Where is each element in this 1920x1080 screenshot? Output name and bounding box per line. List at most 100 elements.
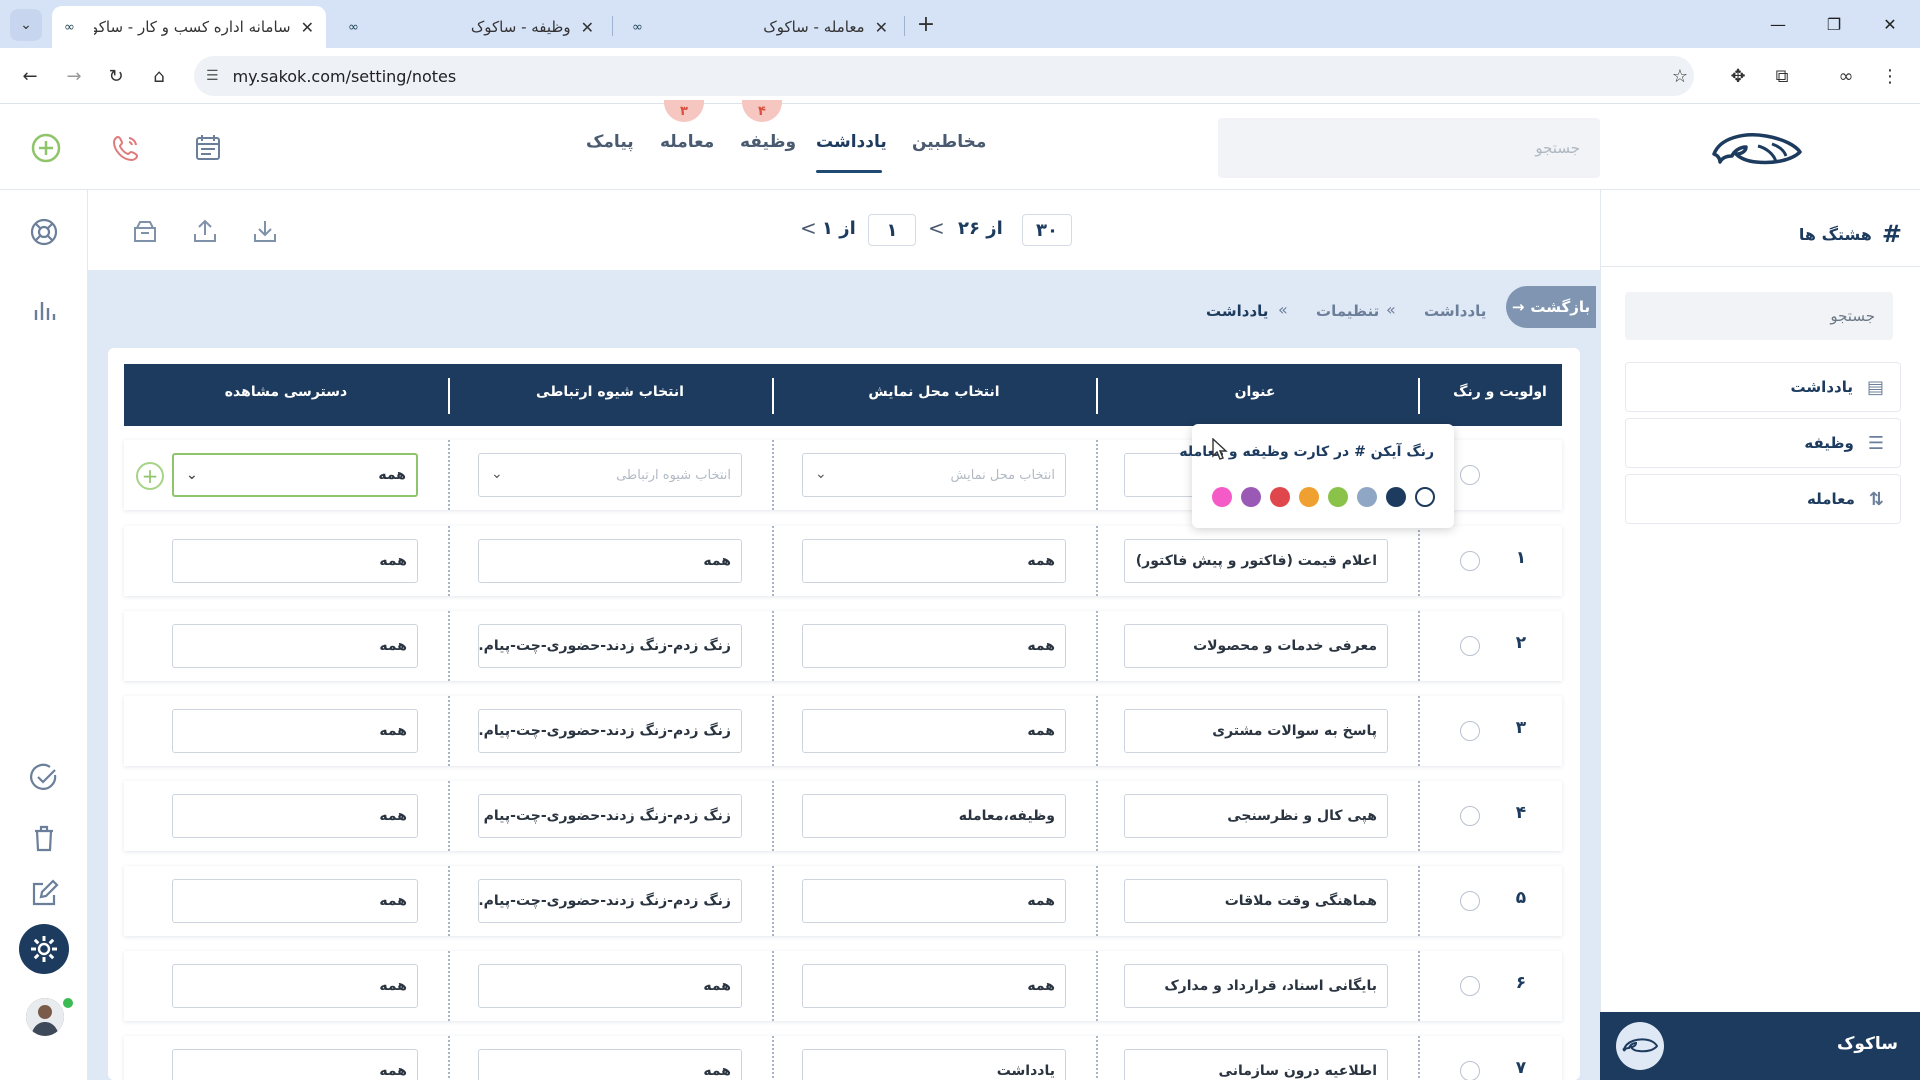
check-circle-icon[interactable] (22, 756, 66, 800)
lifebuoy-support-icon[interactable] (22, 210, 66, 254)
communication-method-select[interactable]: همه (478, 1049, 742, 1080)
bookmark-star-icon[interactable]: ☆ (1666, 62, 1694, 90)
forward-arrow-icon[interactable]: → (60, 62, 88, 90)
display-location-select[interactable]: همه (802, 624, 1066, 668)
browser-tab-task[interactable]: ∞ وظیفه - ساکوک ✕ (336, 6, 606, 48)
url-field[interactable]: ☰ my.sakok.com/setting/notes (194, 56, 1694, 96)
priority-color-radio[interactable] (1460, 551, 1480, 571)
nav-tab-sms[interactable]: پیامک (586, 132, 634, 152)
browser-tab-active[interactable]: ∞ سامانه اداره کسب و کار - ساکوک ✕ (52, 6, 326, 48)
site-settings-icon[interactable]: ☰ (206, 68, 219, 84)
close-tab-icon[interactable]: ✕ (301, 18, 314, 37)
user-avatar[interactable] (26, 998, 64, 1036)
title-input[interactable]: بایگانی اسناد، قرارداد و مدارک (1124, 964, 1388, 1008)
bar-chart-icon[interactable] (22, 288, 66, 332)
browser-tab-deal[interactable]: ∞ معامله - ساکوک ✕ (620, 6, 900, 48)
access-select[interactable]: همه (172, 879, 418, 923)
access-select[interactable]: همه (172, 794, 418, 838)
color-swatch[interactable] (1328, 487, 1348, 507)
priority-color-radio[interactable] (1460, 721, 1480, 741)
color-swatch[interactable] (1386, 487, 1406, 507)
archive-box-icon[interactable] (128, 214, 162, 248)
communication-method-select[interactable]: همه (478, 539, 742, 583)
breadcrumb-item[interactable]: تنظیمات (1316, 302, 1379, 320)
nav-tab-notes[interactable]: یادداشت (816, 132, 887, 152)
display-location-select[interactable]: وظیفه،معامله (802, 794, 1066, 838)
access-select[interactable]: همه (172, 1049, 418, 1080)
new-tab-button[interactable]: + (912, 10, 940, 38)
close-window-icon[interactable]: ✕ (1870, 10, 1910, 38)
add-row-button[interactable]: + (136, 462, 164, 490)
color-swatch[interactable] (1212, 487, 1232, 507)
sidebar-item-notes[interactable]: ▤ یادداشت (1625, 362, 1901, 412)
priority-color-radio[interactable] (1460, 891, 1480, 911)
phone-call-icon[interactable] (104, 126, 148, 170)
title-input[interactable]: پاسخ به سوالات مشتری (1124, 709, 1388, 753)
add-circle-icon[interactable] (24, 126, 68, 170)
display-location-select[interactable]: همه (802, 964, 1066, 1008)
browser-menu-icon[interactable]: ⋮ (1876, 62, 1904, 90)
home-icon[interactable]: ⌂ (145, 62, 173, 90)
nav-tab-contacts[interactable]: مخاطبین (912, 132, 986, 152)
back-button[interactable]: بازگشت → (1506, 286, 1596, 328)
sidebar-item-deal[interactable]: ⇅ معامله (1625, 474, 1901, 524)
communication-method-select[interactable]: انتخاب شیوه ارتباطی ⌄ (478, 453, 742, 497)
current-page-input[interactable]: ۱ (868, 214, 916, 246)
access-select[interactable]: همه (172, 539, 418, 583)
back-arrow-icon[interactable]: ← (16, 62, 44, 90)
display-location-select[interactable]: یادداشت (802, 1049, 1066, 1080)
close-tab-icon[interactable]: ✕ (875, 18, 888, 37)
settings-gear-icon[interactable] (19, 924, 69, 974)
display-location-select[interactable]: همه (802, 879, 1066, 923)
prev-page-chevron-icon[interactable]: < (800, 216, 817, 240)
display-location-select[interactable]: انتخاب محل نمایش ⌄ (802, 453, 1066, 497)
communication-method-select[interactable]: زنگ زدم-زنگ زدند-حضوری-چت-پیام... (478, 879, 742, 923)
access-select[interactable]: همه (172, 964, 418, 1008)
priority-color-radio[interactable] (1460, 465, 1480, 485)
color-swatch[interactable] (1270, 487, 1290, 507)
display-location-select[interactable]: همه (802, 709, 1066, 753)
nav-tab-deal[interactable]: معامله ۳ (660, 100, 714, 152)
header-search-input[interactable]: جستجو (1218, 118, 1600, 178)
minimize-icon[interactable]: — (1758, 10, 1798, 38)
move-icon[interactable]: ✥ (1724, 62, 1752, 90)
edit-note-icon[interactable] (22, 872, 66, 916)
color-swatch[interactable] (1241, 487, 1261, 507)
access-select[interactable]: همه (172, 709, 418, 753)
display-location-select[interactable]: همه (802, 539, 1066, 583)
upload-icon[interactable] (188, 214, 222, 248)
per-page-select[interactable]: ۳۰ (1022, 214, 1072, 246)
communication-method-select[interactable]: زنگ زدم-زنگ زدند-حضوری-چت-پیام... (478, 709, 742, 753)
trash-icon[interactable] (22, 816, 66, 860)
download-icon[interactable] (248, 214, 282, 248)
profile-icon[interactable]: ∞ (1832, 62, 1860, 90)
communication-method-select[interactable]: همه (478, 964, 742, 1008)
reload-icon[interactable]: ↻ (102, 62, 130, 90)
sidebar-item-task[interactable]: ☰ وظیفه (1625, 418, 1901, 468)
restore-icon[interactable]: ❐ (1814, 10, 1854, 38)
calendar-icon[interactable] (186, 126, 230, 170)
priority-color-radio[interactable] (1460, 1061, 1480, 1080)
sidebar-search-input[interactable]: جستجو (1625, 292, 1893, 340)
nav-tab-task[interactable]: وظیفه ۴ (740, 100, 796, 152)
color-swatch[interactable] (1299, 487, 1319, 507)
title-input[interactable]: معرفی خدمات و محصولات (1124, 624, 1388, 668)
next-page-chevron-icon[interactable]: < (928, 216, 945, 240)
access-select[interactable]: همه ⌄ (172, 453, 418, 497)
color-swatch[interactable] (1357, 487, 1377, 507)
access-select[interactable]: همه (172, 624, 418, 668)
title-input[interactable]: هپی کال و نظرسنجی (1124, 794, 1388, 838)
title-input[interactable]: اعلام قیمت (فاکتور و پیش فاکتور) (1124, 539, 1388, 583)
title-input[interactable]: اطلاعیه درون سازمانی (1124, 1049, 1388, 1080)
communication-method-select[interactable]: زنگ زدم-زنگ زدند-حضوری-چت-پیام (478, 794, 742, 838)
priority-color-radio[interactable] (1460, 976, 1480, 996)
priority-color-radio[interactable] (1460, 636, 1480, 656)
priority-color-radio[interactable] (1460, 806, 1480, 826)
close-tab-icon[interactable]: ✕ (581, 18, 594, 37)
color-swatch[interactable] (1415, 487, 1435, 507)
communication-method-select[interactable]: زنگ زدم-زنگ زدند-حضوری-چت-پیام... (478, 624, 742, 668)
title-input[interactable]: هماهنگی وقت ملاقات (1124, 879, 1388, 923)
breadcrumb-item[interactable]: یادداشت (1424, 302, 1486, 320)
tab-search-button[interactable]: ⌄ (10, 9, 42, 41)
extensions-icon[interactable]: ⧉ (1768, 62, 1796, 90)
